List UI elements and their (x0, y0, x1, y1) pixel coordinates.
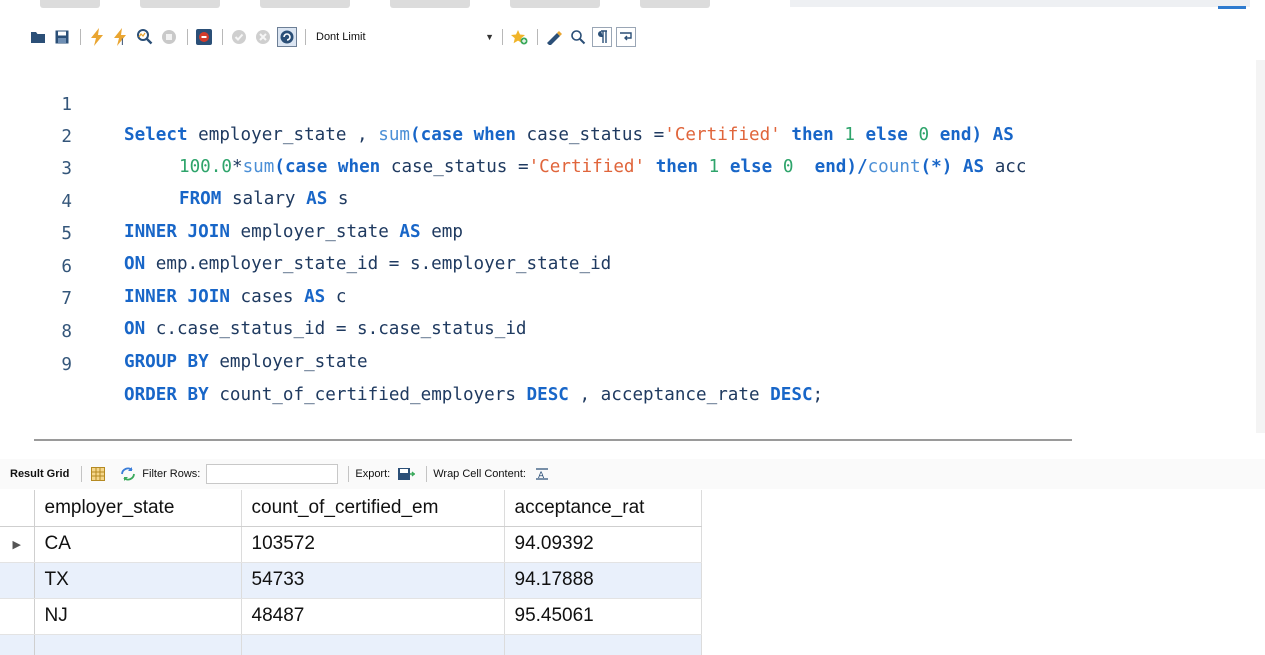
toolbar-separator (502, 29, 503, 45)
toolbar-separator (81, 466, 83, 482)
table-cell[interactable]: 94.17888 (504, 562, 702, 599)
refresh-icon[interactable] (118, 464, 138, 484)
commit-icon[interactable] (229, 27, 249, 47)
autocommit-icon[interactable] (277, 27, 297, 47)
tab-ghost[interactable] (640, 0, 710, 8)
active-tab-indicator (1218, 6, 1246, 9)
code-line: 3 FROM salary AS s (0, 124, 1265, 209)
header-row: employer_state count_of_certified_em acc… (0, 490, 702, 527)
wrap-cell-icon[interactable]: A (532, 464, 552, 484)
column-header[interactable]: acceptance_rat (504, 490, 702, 527)
code-line: 1 Select employer_state , sum(case when … (0, 60, 1265, 145)
code-line: 9 ORDER BY count_of_certified_employers … (0, 320, 1265, 405)
code-line: 4 INNER JOIN employer_state AS emp (0, 157, 1265, 242)
filter-rows-input[interactable] (206, 464, 339, 484)
tab-strip (0, 0, 1265, 18)
toolbar-separator (80, 29, 81, 45)
tab-ghost[interactable] (40, 0, 100, 8)
toolbar-separator (537, 29, 538, 45)
code-text: GROUP BY employer_state (124, 352, 368, 372)
row-limit-value: Dont Limit (316, 31, 366, 43)
tab-ghost[interactable] (140, 0, 220, 8)
column-header[interactable]: employer_state (34, 490, 242, 527)
table-cell[interactable]: 94.09392 (504, 526, 702, 563)
table-cell[interactable]: 48487 (241, 598, 505, 635)
execute-current-icon[interactable]: I (111, 27, 131, 47)
export-icon[interactable] (396, 464, 416, 484)
wrap-cell-label: Wrap Cell Content: (433, 468, 526, 480)
folder-icon[interactable] (28, 27, 48, 47)
sql-editor[interactable]: 1 Select employer_state , sum(case when … (0, 60, 1265, 410)
result-toolbar: Result Grid Filter Rows: Export: Wrap Ce… (0, 459, 1265, 489)
table-cell[interactable]: 54733 (241, 562, 505, 599)
code-line: 7 ON c.case_status_id = s.case_status_id (0, 254, 1265, 339)
stop-icon[interactable] (159, 27, 179, 47)
table-cell[interactable] (241, 634, 505, 655)
find-icon[interactable] (568, 27, 588, 47)
grid-view-icon[interactable] (88, 464, 108, 484)
editor-scrollbar[interactable] (1256, 60, 1265, 433)
current-row-arrow-icon[interactable]: ▶ (0, 526, 35, 563)
wrap-icon[interactable] (616, 27, 636, 47)
table-cell[interactable]: 95.45061 (504, 598, 702, 635)
result-grid: employer_state count_of_certified_em acc… (0, 490, 1265, 655)
toolbar-separator (305, 29, 306, 45)
bookmark-icon[interactable] (509, 27, 529, 47)
row-selector[interactable] (0, 598, 35, 635)
query-toolbar: I Dont Limit ▼ (0, 24, 1265, 50)
table-cell[interactable]: CA (34, 526, 242, 563)
table-row[interactable]: NJ 48487 95.45061 (0, 598, 702, 635)
result-grid-tab[interactable]: Result Grid (10, 468, 69, 480)
toggle-error-icon[interactable] (194, 27, 214, 47)
toolbar-separator (222, 29, 223, 45)
code-line: 5 ON emp.employer_state_id = s.employer_… (0, 189, 1265, 274)
table-row[interactable]: TX 54733 94.17888 (0, 562, 702, 599)
explain-icon[interactable] (135, 27, 155, 47)
code-line: 6 INNER JOIN cases AS c (0, 222, 1265, 307)
row-selector-header[interactable] (0, 490, 35, 527)
tab-ghost[interactable] (510, 0, 600, 8)
table-cell[interactable]: TX (34, 562, 242, 599)
active-tab[interactable] (790, 0, 1250, 7)
code-text: ORDER BY count_of_certified_employers DE… (124, 385, 824, 405)
result-table: employer_state count_of_certified_em acc… (0, 490, 702, 655)
toolbar-separator (187, 29, 188, 45)
toolbar-separator (426, 466, 428, 482)
beautify-icon[interactable] (544, 27, 564, 47)
chevron-down-icon: ▼ (485, 32, 494, 42)
code-line: 8 GROUP BY employer_state (0, 287, 1265, 372)
code-line: 2 100.0*sum(case when case_status ='Cert… (0, 92, 1265, 177)
svg-text:A: A (538, 471, 545, 480)
table-cell[interactable]: 103572 (241, 526, 505, 563)
svg-text:I: I (121, 38, 124, 46)
panel-splitter[interactable] (34, 439, 1072, 441)
table-row[interactable]: ▶ CA 103572 94.09392 (0, 526, 702, 563)
row-selector[interactable] (0, 562, 35, 599)
invisible-chars-icon[interactable] (592, 27, 612, 47)
execute-icon[interactable] (87, 27, 107, 47)
table-cell[interactable]: NJ (34, 598, 242, 635)
tab-ghost[interactable] (260, 0, 350, 8)
table-cell[interactable] (34, 634, 242, 655)
row-selector[interactable] (0, 634, 35, 655)
filter-rows-label: Filter Rows: (142, 468, 201, 480)
tab-ghost[interactable] (390, 0, 470, 8)
column-header[interactable]: count_of_certified_em (241, 490, 505, 527)
table-row[interactable] (0, 634, 702, 655)
table-cell[interactable] (504, 634, 702, 655)
save-icon[interactable] (52, 27, 72, 47)
toolbar-separator (348, 466, 350, 482)
line-number: 9 (61, 355, 72, 375)
export-label: Export: (355, 468, 391, 480)
row-limit-select[interactable]: Dont Limit ▼ (312, 27, 498, 47)
rollback-icon[interactable] (253, 27, 273, 47)
